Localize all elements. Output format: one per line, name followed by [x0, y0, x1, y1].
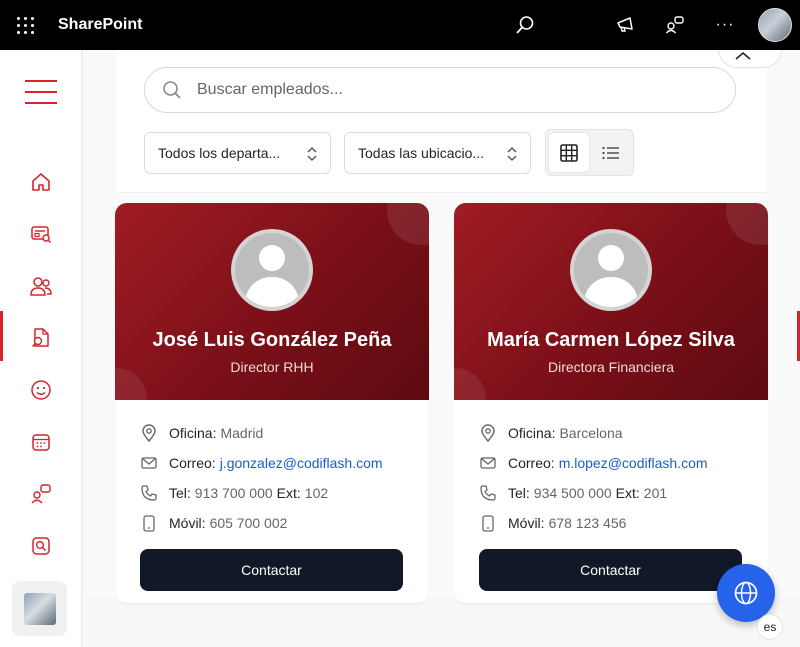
phone-value: 913 700 000	[194, 485, 273, 501]
filters-panel: Buscar empleados... Todos los departa...…	[116, 50, 782, 193]
phone-value: 934 500 000	[533, 485, 612, 501]
scroll-up-button[interactable]	[718, 50, 782, 68]
phone-icon	[140, 484, 158, 502]
mobile-row: Móvil: 605 700 002	[140, 513, 429, 533]
employee-card: María Carmen López Silva Directora Finan…	[454, 203, 768, 603]
employee-card: José Luis González Peña Director RHH Ofi…	[115, 203, 429, 603]
people-icon[interactable]	[0, 264, 82, 308]
search-icon[interactable]	[512, 12, 538, 38]
waffle-icon[interactable]	[0, 0, 50, 50]
employee-card-header: José Luis González Peña Director RHH	[115, 203, 429, 400]
department-select[interactable]: Todos los departa...	[144, 132, 331, 174]
employee-photo	[570, 229, 652, 311]
view-toggle	[545, 129, 634, 176]
search-icon	[163, 81, 181, 99]
location-pin-icon	[140, 424, 158, 442]
contact-button[interactable]: Contactar	[140, 549, 403, 591]
news-icon[interactable]	[0, 212, 82, 256]
people-chat-icon[interactable]	[662, 12, 688, 38]
office-value: Madrid	[220, 425, 264, 441]
office-row: Oficina: Barcelona	[479, 423, 768, 443]
avatar[interactable]	[758, 8, 792, 42]
document-search-icon[interactable]	[0, 316, 82, 360]
location-select[interactable]: Todas las ubicacio...	[344, 132, 531, 174]
hamburger-menu-icon[interactable]	[25, 80, 57, 104]
language-code-badge[interactable]: es	[757, 614, 783, 640]
department-select-value: Todos los departa...	[158, 145, 281, 161]
mobile-icon	[140, 514, 158, 532]
home-icon[interactable]	[0, 160, 82, 204]
mobile-icon	[479, 514, 497, 532]
avatar	[23, 592, 56, 625]
location-select-value: Todas las ubicacio...	[358, 145, 485, 161]
employee-photo	[231, 229, 313, 311]
employee-name: María Carmen López Silva	[487, 329, 735, 351]
chevron-updown-icon	[307, 147, 317, 161]
mobile-value: 678 123 456	[548, 515, 627, 531]
email-link[interactable]: j.gonzalez@codiflash.com	[220, 455, 383, 471]
employee-role: Director RHH	[230, 359, 314, 375]
chevron-up-icon	[735, 51, 751, 60]
contact-button[interactable]: Contactar	[479, 549, 742, 591]
search-box-icon[interactable]	[0, 524, 82, 568]
email-link[interactable]: m.lopez@codiflash.com	[559, 455, 708, 471]
employee-card-header: María Carmen López Silva Directora Finan…	[454, 203, 768, 400]
top-bar: SharePoint ···	[0, 0, 800, 50]
phone-row: Tel: 913 700 000 Ext: 102	[140, 483, 429, 503]
chevron-updown-icon	[507, 147, 517, 161]
grid-view-button[interactable]	[549, 133, 589, 172]
search-input[interactable]: Buscar empleados...	[144, 67, 736, 113]
app-title[interactable]: SharePoint	[58, 16, 142, 34]
calendar-icon[interactable]	[0, 420, 82, 464]
list-view-button[interactable]	[591, 133, 631, 172]
extension-value: 201	[643, 485, 668, 501]
extension-value: 102	[304, 485, 329, 501]
email-row: Correo: j.gonzalez@codiflash.com	[140, 453, 429, 473]
office-row: Oficina: Madrid	[140, 423, 429, 443]
smiley-icon[interactable]	[0, 368, 82, 412]
employee-name: José Luis González Peña	[152, 329, 392, 351]
globe-icon	[734, 581, 758, 605]
office-value: Barcelona	[559, 425, 623, 441]
mobile-value: 605 700 002	[209, 515, 288, 531]
main-content: Buscar empleados... Todos los departa...…	[83, 50, 800, 647]
grid-icon	[560, 143, 578, 162]
chat-icon[interactable]	[0, 472, 82, 516]
mobile-row: Móvil: 678 123 456	[479, 513, 768, 533]
search-placeholder: Buscar empleados...	[197, 81, 343, 98]
list-icon	[602, 146, 619, 159]
mail-icon	[479, 454, 497, 472]
left-rail	[0, 50, 82, 647]
more-icon[interactable]: ···	[712, 12, 738, 38]
rail-user-avatar[interactable]	[12, 581, 67, 636]
mail-icon	[140, 454, 158, 472]
location-pin-icon	[479, 424, 497, 442]
phone-icon	[479, 484, 497, 502]
megaphone-icon[interactable]	[612, 12, 638, 38]
phone-row: Tel: 934 500 000 Ext: 201	[479, 483, 768, 503]
employee-role: Directora Financiera	[547, 359, 675, 375]
email-row: Correo: m.lopez@codiflash.com	[479, 453, 768, 473]
